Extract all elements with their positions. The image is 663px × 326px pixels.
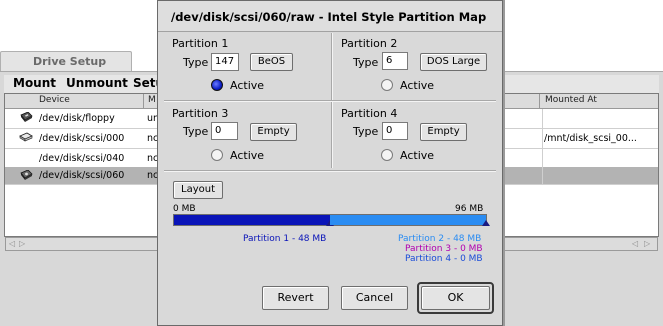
partition-3-active-label: Active [230,149,265,162]
scroll-right-icon[interactable]: ▷ [644,239,650,248]
partition-1-bar-segment [174,215,330,225]
partition-1-active-radio[interactable] [211,79,223,91]
partition-1-type-button[interactable]: BeOS [250,53,293,71]
partition-2-size-label: Partition 2 - 48 MB [398,234,482,244]
revert-button[interactable]: Revert [262,286,329,310]
partition-2-type-button[interactable]: DOS Large [420,53,487,71]
partition-1-type-label: Type [183,56,209,69]
ok-button[interactable]: OK [421,286,490,310]
partition-3-active-radio[interactable] [211,149,223,161]
partition-1-active-label: Active [230,79,265,92]
dialog-title: /dev/disk/scsi/060/raw - Intel Style Par… [171,10,487,24]
removable-disk-icon [20,170,33,180]
partition-2-type-field[interactable]: 6 [382,52,408,70]
partition-3-type-button[interactable]: Empty [250,123,297,141]
partition-4-type-field[interactable]: 0 [382,122,408,140]
partition-1-heading: Partition 1 [172,37,229,50]
scroll-left-icon[interactable]: ◁ [9,239,15,248]
partition-4-type-button[interactable]: Empty [420,123,467,141]
bar-min-label: 0 MB [173,204,196,214]
partition-boundary-marker[interactable] [482,220,490,226]
partition-4-active-radio[interactable] [381,149,393,161]
partition-4-size-label: Partition 4 - 0 MB [405,254,483,264]
partition-2-bar-segment [330,215,486,225]
scroll-right-icon[interactable]: ▷ [19,239,25,248]
partition-2-type-label: Type [353,56,379,69]
window-title: Drive Setup [33,55,107,68]
partition-3-type-label: Type [183,125,209,138]
menu-unmount[interactable]: Unmount [66,76,128,90]
partition-2-active-radio[interactable] [381,79,393,91]
partition-4-type-label: Type [353,125,379,138]
partition-2-active-label: Active [400,79,435,92]
scroll-left-icon[interactable]: ◁ [632,239,638,248]
floppy-disk-icon [20,112,33,122]
hard-disk-icon [19,132,33,142]
layout-button[interactable]: Layout [173,181,223,199]
partition-3-type-field[interactable]: 0 [211,122,238,140]
device-mounted-at: /mnt/disk_scsi_00... [544,133,637,144]
cancel-button[interactable]: Cancel [341,286,408,310]
section-divider [164,170,496,172]
partition-4-heading: Partition 4 [341,107,398,120]
drive-setup-window-tab[interactable]: Drive Setup [0,51,132,73]
partition-size-bar[interactable] [173,214,490,226]
partition-1-type-field[interactable]: 147 [211,53,239,71]
partition-1-size-label: Partition 1 - 48 MB [243,234,327,244]
dialog-title-bar: /dev/disk/scsi/060/raw - Intel Style Par… [158,1,502,32]
device-path: /dev/disk/scsi/040 [39,153,125,164]
column-mounted-at[interactable]: Mounted At [545,95,597,105]
device-path: /dev/disk/scsi/000 [39,133,125,144]
partition-3-size-label: Partition 3 - 0 MB [405,244,483,254]
partition-4-active-label: Active [400,149,435,162]
device-path: /dev/disk/scsi/060 [39,170,125,181]
bar-max-label: 96 MB [455,204,484,214]
menu-mount[interactable]: Mount [13,76,56,90]
column-device[interactable]: Device [39,95,70,105]
column-m[interactable]: M [148,95,156,105]
quadrant-divider [164,100,496,102]
partition-2-heading: Partition 2 [341,37,398,50]
partition-3-heading: Partition 3 [172,107,229,120]
device-path: /dev/disk/floppy [39,113,115,124]
